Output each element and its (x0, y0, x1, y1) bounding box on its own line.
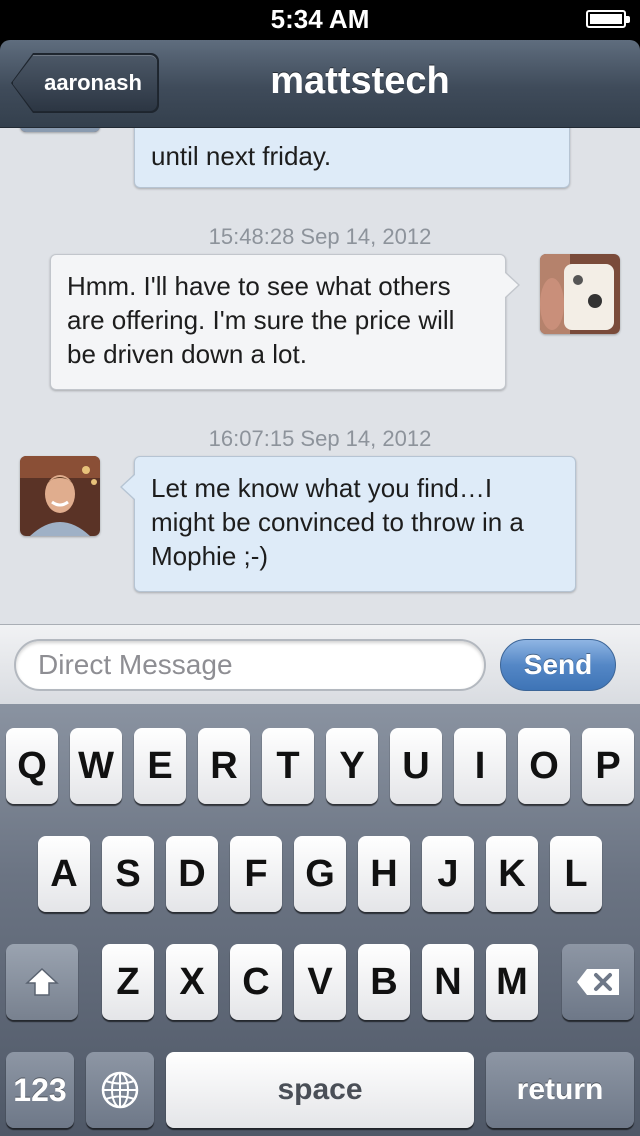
key-k[interactable]: K (486, 836, 538, 912)
globe-icon (101, 1071, 139, 1109)
key-b[interactable]: B (358, 944, 410, 1020)
key-n[interactable]: N (422, 944, 474, 1020)
message-list[interactable]: until next friday. 15:48:28 Sep 14, 2012… (0, 128, 640, 624)
shift-key[interactable] (6, 944, 78, 1020)
key-j[interactable]: J (422, 836, 474, 912)
message-timestamp: 15:48:28 Sep 14, 2012 (208, 224, 432, 249)
delete-key[interactable] (562, 944, 634, 1020)
key-v[interactable]: V (294, 944, 346, 1020)
status-time: 5:34 AM (270, 4, 370, 34)
key-x[interactable]: X (166, 944, 218, 1020)
direct-message-input[interactable] (14, 639, 486, 691)
key-m[interactable]: M (486, 944, 538, 1020)
avatar-mattstech[interactable] (20, 456, 100, 536)
avatar-aaronash[interactable] (540, 254, 620, 334)
key-c[interactable]: C (230, 944, 282, 1020)
numbers-key[interactable]: 123 (6, 1052, 74, 1128)
key-h[interactable]: H (358, 836, 410, 912)
space-key[interactable]: space (166, 1052, 474, 1128)
message-bubble[interactable]: Hmm. I'll have to see what others are of… (50, 254, 520, 390)
return-key[interactable]: return (486, 1052, 634, 1128)
key-o[interactable]: O (518, 728, 570, 804)
key-z[interactable]: Z (102, 944, 154, 1020)
message-bubble[interactable]: Let me know what you find…I might be con… (120, 456, 576, 592)
key-s[interactable]: S (102, 836, 154, 912)
key-i[interactable]: I (454, 728, 506, 804)
key-q[interactable]: Q (6, 728, 58, 804)
message-timestamp: 16:07:15 Sep 14, 2012 (208, 426, 432, 451)
key-t[interactable]: T (262, 728, 314, 804)
send-button[interactable]: Send (500, 639, 616, 691)
key-a[interactable]: A (38, 836, 90, 912)
navigation-bar: aaronash mattstech (0, 40, 640, 128)
key-r[interactable]: R (198, 728, 250, 804)
status-bar: 5:34 AM (0, 0, 640, 40)
backspace-icon (577, 969, 619, 995)
globe-key[interactable] (86, 1052, 154, 1128)
key-l[interactable]: L (550, 836, 602, 912)
keyboard: Q W E R T Y U I O P A S D F G H J K L Z … (0, 704, 640, 1136)
key-u[interactable]: U (390, 728, 442, 804)
avatar-mattstech[interactable] (20, 128, 100, 132)
battery-icon (586, 10, 630, 28)
key-y[interactable]: Y (326, 728, 378, 804)
key-d[interactable]: D (166, 836, 218, 912)
back-button[interactable]: aaronash (12, 54, 158, 112)
message-text: Let me know what you find…I might be con… (151, 473, 524, 571)
key-e[interactable]: E (134, 728, 186, 804)
compose-bar: Send (0, 624, 640, 704)
key-p[interactable]: P (582, 728, 634, 804)
key-g[interactable]: G (294, 836, 346, 912)
message-text: until next friday. (151, 141, 332, 171)
page-title: mattstech (270, 60, 450, 102)
message-bubble[interactable]: until next friday. (134, 128, 570, 188)
shift-arrow-icon (25, 967, 59, 996)
message-text: Hmm. I'll have to see what others are of… (67, 271, 455, 369)
key-w[interactable]: W (70, 728, 122, 804)
key-f[interactable]: F (230, 836, 282, 912)
